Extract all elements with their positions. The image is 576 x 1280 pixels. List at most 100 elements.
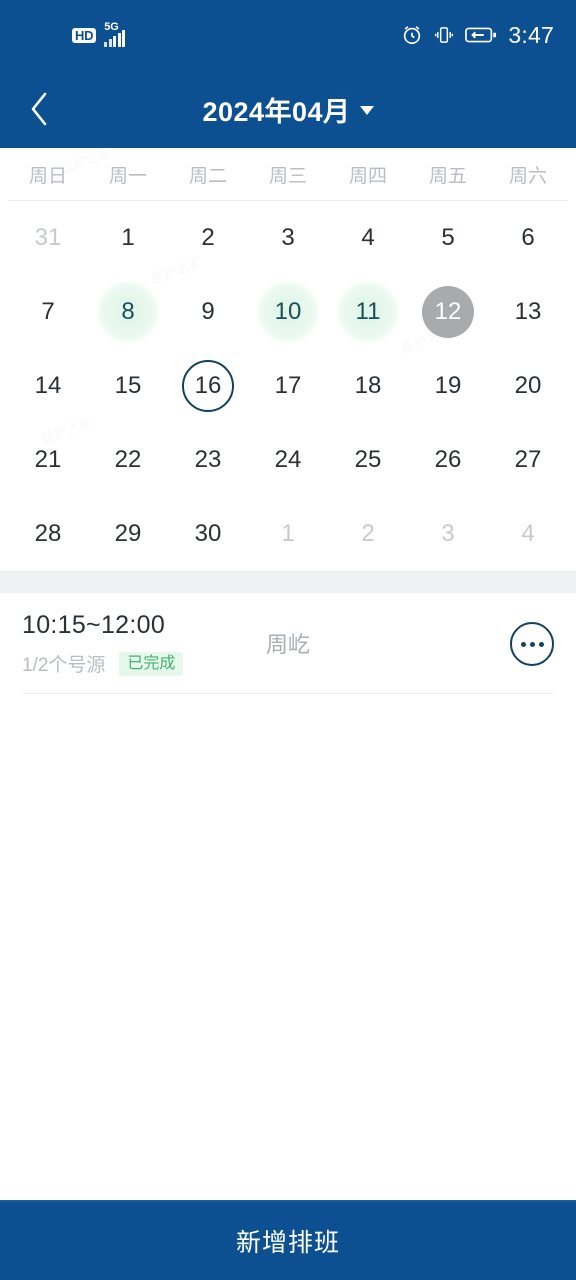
calendar-day-13[interactable]: 13 (488, 275, 568, 349)
day-number: 25 (354, 446, 382, 473)
day-number: 24 (274, 446, 302, 473)
day-number: 28 (34, 520, 62, 547)
status-badge: 已完成 (119, 651, 184, 676)
day-number: 14 (34, 372, 62, 399)
calendar-day-23[interactable]: 23 (168, 423, 248, 497)
calendar-day-5[interactable]: 5 (408, 201, 488, 275)
calendar-day-26[interactable]: 26 (408, 423, 488, 497)
calendar-day-16[interactable]: 16 (168, 349, 248, 423)
calendar-day-7[interactable]: 7 (8, 275, 88, 349)
day-number: 19 (434, 372, 462, 399)
day-number: 2 (201, 224, 215, 251)
add-schedule-label: 新增排班 (235, 1229, 340, 1257)
day-number: 20 (514, 372, 542, 399)
more-options-icon[interactable] (510, 622, 554, 666)
calendar-day-22[interactable]: 22 (88, 423, 168, 497)
day-number: 17 (274, 372, 302, 399)
calendar-day-12[interactable]: 12 (408, 275, 488, 349)
calendar-day-25[interactable]: 25 (328, 423, 408, 497)
5g-signal-icon: 5G (104, 21, 126, 47)
weekday-label: 周二 (188, 165, 227, 187)
signal-bars-icon (104, 30, 126, 47)
doctor-name: 周屹 (265, 632, 311, 657)
alarm-icon (401, 24, 423, 46)
calendar-day-18[interactable]: 18 (328, 349, 408, 423)
calendar-day-3[interactable]: 3 (248, 201, 328, 275)
schedule-item[interactable]: 10:15~12:00 1/2个号源 已完成 周屹 (22, 593, 554, 694)
weekday-label: 周四 (348, 165, 387, 187)
network-type-label: 5G (104, 21, 119, 33)
day-number: 1 (281, 520, 295, 547)
month-selector[interactable]: 2024年04月 (202, 90, 374, 129)
caret-down-icon (359, 106, 374, 115)
calendar-day-20[interactable]: 20 (488, 349, 568, 423)
calendar-week-row: 28 29 30 1 2 3 4 (8, 497, 568, 571)
day-number: 9 (201, 298, 215, 325)
day-number: 22 (114, 446, 142, 473)
add-schedule-button[interactable]: 新增排班 (0, 1200, 576, 1280)
calendar-day-15[interactable]: 15 (88, 349, 168, 423)
weekday-label: 周三 (268, 165, 307, 187)
calendar-day-29[interactable]: 29 (88, 497, 168, 571)
status-bar-right: 3:47 (401, 22, 554, 49)
calendar-day-3[interactable]: 3 (408, 497, 488, 571)
day-number: 13 (514, 298, 542, 325)
day-number: 4 (361, 224, 375, 251)
calendar-day-1[interactable]: 1 (248, 497, 328, 571)
empty-space: 医护之家 医护之家 医护之家 医护之家 医护之家 (0, 89, 576, 1200)
calendar-day-24[interactable]: 24 (248, 423, 328, 497)
weekday-label: 周六 (508, 165, 547, 187)
calendar-day-2[interactable]: 2 (328, 497, 408, 571)
calendar-day-21[interactable]: 21 (8, 423, 88, 497)
calendar-day-4[interactable]: 4 (328, 201, 408, 275)
calendar-day-19[interactable]: 19 (408, 349, 488, 423)
day-number: 29 (114, 520, 142, 547)
day-number: 12 (422, 286, 474, 338)
app-header: 2024年04月 (0, 70, 576, 148)
vibrate-icon (434, 24, 454, 46)
day-number: 4 (521, 520, 535, 547)
calendar-day-27[interactable]: 27 (488, 423, 568, 497)
hd-badge-icon: HD (72, 27, 97, 43)
calendar-day-4[interactable]: 4 (488, 497, 568, 571)
day-number: 8 (121, 298, 135, 325)
calendar-day-6[interactable]: 6 (488, 201, 568, 275)
schedule-info: 10:15~12:00 1/2个号源 已完成 (22, 611, 184, 677)
schedule-list: 10:15~12:00 1/2个号源 已完成 周屹 (0, 593, 576, 694)
chevron-left-icon (31, 92, 47, 126)
weekday-label: 周五 (428, 165, 467, 187)
day-number: 6 (521, 224, 535, 251)
day-number: 16 (182, 360, 234, 412)
slot-count: 1/2个号源 (22, 655, 106, 676)
calendar-weekday-header: 周日 周一 周二 周三 周四 周五 周六 (8, 148, 568, 201)
calendar-week-row: 21 22 23 24 25 26 27 (8, 423, 568, 497)
status-bar: HD 5G 3:47 (0, 0, 576, 70)
calendar-day-2[interactable]: 2 (168, 201, 248, 275)
back-button[interactable] (14, 84, 64, 134)
calendar-day-17[interactable]: 17 (248, 349, 328, 423)
calendar-day-10[interactable]: 10 (248, 275, 328, 349)
calendar-day-11[interactable]: 11 (328, 275, 408, 349)
calendar-day-28[interactable]: 28 (8, 497, 88, 571)
schedule-time: 10:15~12:00 (22, 611, 166, 639)
calendar-day-1[interactable]: 1 (88, 201, 168, 275)
day-number: 21 (34, 446, 62, 473)
battery-charging-icon (465, 26, 497, 44)
page-title: 2024年04月 (202, 96, 351, 127)
day-number: 30 (194, 520, 222, 547)
calendar-week-row: 31 1 2 3 4 5 6 (8, 201, 568, 275)
status-bar-left: HD 5G (72, 21, 126, 47)
day-number: 3 (281, 224, 295, 251)
calendar-day-31[interactable]: 31 (8, 201, 88, 275)
day-number: 27 (514, 446, 542, 473)
calendar-day-9[interactable]: 9 (168, 275, 248, 349)
calendar-day-8[interactable]: 8 (88, 275, 168, 349)
day-number: 26 (434, 446, 462, 473)
weekday-label: 周日 (28, 165, 67, 187)
weekday-label: 周一 (108, 165, 147, 187)
calendar-day-30[interactable]: 30 (168, 497, 248, 571)
day-number: 7 (41, 298, 55, 325)
calendar-day-14[interactable]: 14 (8, 349, 88, 423)
calendar-week-row: 14 15 16 17 18 19 20 (8, 349, 568, 423)
app-root: HD 5G 3:47 2024年04月 周日 周一 周二 周三 周四 周五 周六… (0, 0, 576, 1280)
